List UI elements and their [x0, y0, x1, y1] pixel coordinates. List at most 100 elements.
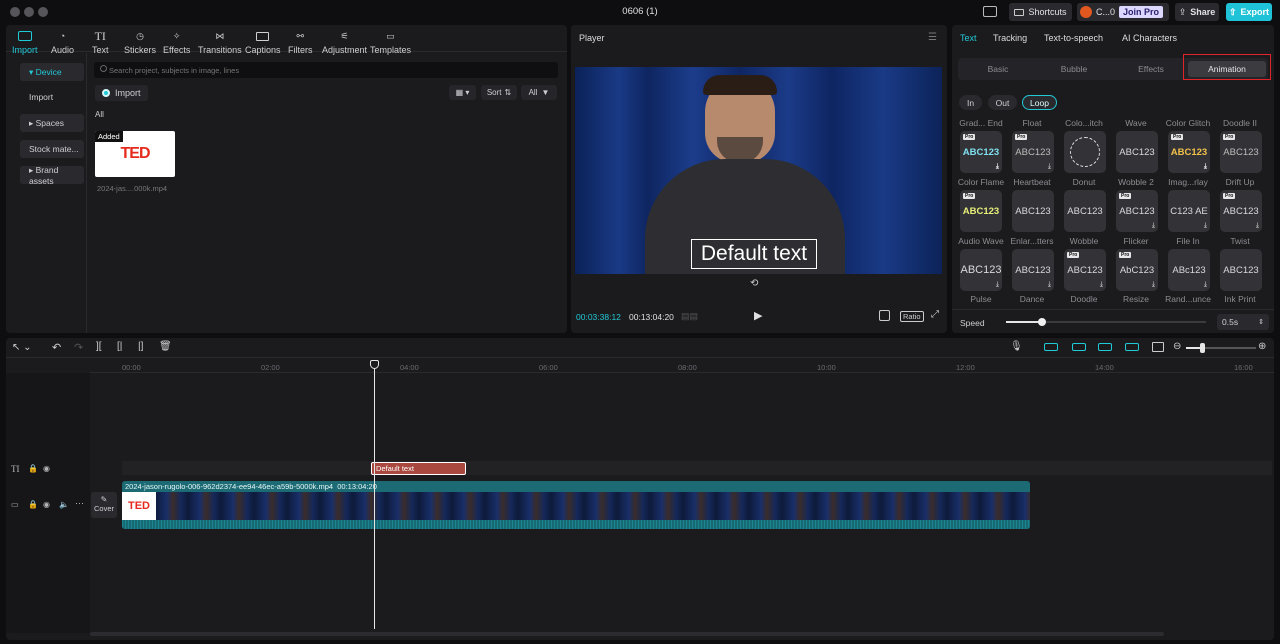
sidebar-item-brand-assets[interactable]: ▸ Brand assets	[20, 165, 84, 186]
audio-mute-icon[interactable]: 🔈	[59, 500, 69, 509]
pill-out[interactable]: Out	[988, 95, 1017, 110]
expand-icon[interactable]: ⤢	[931, 309, 939, 320]
tab-stickers[interactable]: ◷ Stickers	[124, 29, 156, 56]
anim-card[interactable]: Pro ABC123	[960, 190, 1002, 232]
search-input[interactable]	[109, 64, 549, 76]
lock-icon[interactable]: 🔒	[28, 464, 38, 473]
zoom-out-icon[interactable]: ⊖	[1173, 341, 1181, 352]
rotate-icon[interactable]: ⟲	[750, 278, 758, 289]
close-window-button[interactable]	[10, 7, 20, 17]
split-icon[interactable]: ][	[96, 341, 102, 352]
join-pro-button[interactable]: Join Pro	[1119, 6, 1164, 18]
tab-tracking[interactable]: Tracking	[993, 33, 1027, 43]
delete-icon[interactable]: 🗑	[159, 341, 172, 352]
anim-card[interactable]: Pro ABC123 ⤓	[1220, 190, 1262, 232]
tab-text-to-speech[interactable]: Text-to-speech	[1044, 33, 1103, 43]
stepper-arrows-icon[interactable]: ⇕	[1258, 318, 1264, 326]
user-account[interactable]: C...0 Join Pro	[1077, 3, 1169, 21]
view-mode-button[interactable]: ▦ ▾	[449, 85, 476, 100]
tab-import[interactable]: Import	[12, 29, 38, 55]
filter-all-button[interactable]: All ▼	[521, 85, 557, 100]
text-clip[interactable]: Default text	[371, 462, 466, 475]
split-right-icon[interactable]: |]	[138, 341, 143, 352]
zoom-window-button[interactable]	[38, 7, 48, 17]
thumbnail-toggle-icon[interactable]	[1152, 342, 1164, 352]
video-clip[interactable]: 2024-jason-rugolo-006-962d2374-ee94-46ec…	[122, 481, 1030, 529]
sidebar-item-device[interactable]: ▾ Device	[20, 63, 84, 81]
timeline-mode-icon[interactable]: ▤▤	[681, 311, 698, 322]
subtab-effects[interactable]: Effects	[1114, 61, 1188, 77]
subtab-bubble[interactable]: Bubble	[1037, 61, 1111, 77]
layout-icon[interactable]	[983, 6, 997, 17]
split-left-icon[interactable]: [|	[117, 341, 122, 352]
redo-icon[interactable]: ↷	[74, 341, 83, 354]
cover-button[interactable]: ✎ Cover	[91, 492, 117, 518]
playhead-handle[interactable]	[370, 360, 379, 369]
text-overlay[interactable]: Default text	[691, 239, 817, 269]
tab-adjustment[interactable]: ⚟ Adjustment	[322, 29, 367, 56]
zoom-slider[interactable]	[1186, 343, 1256, 353]
speed-slider-handle[interactable]	[1038, 318, 1046, 326]
tab-templates[interactable]: ▭ Templates	[370, 29, 411, 56]
sidebar-item-stock[interactable]: Stock mate...	[20, 140, 84, 158]
tab-captions[interactable]: Captions	[245, 29, 281, 55]
anim-card[interactable]: C123 AE ⤓	[1168, 190, 1210, 232]
select-tool-icon[interactable]: ↖ ⌄	[12, 342, 32, 353]
zoom-in-icon[interactable]: ⊕	[1258, 341, 1266, 352]
tab-transitions[interactable]: ⋈ Transitions	[198, 29, 242, 56]
eye-icon[interactable]: ◉	[43, 500, 50, 509]
auto-snap-icon[interactable]	[1072, 343, 1086, 351]
anim-card[interactable]: ABC123	[1116, 131, 1158, 173]
sort-button[interactable]: Sort ⇅	[481, 85, 517, 100]
shortcuts-button[interactable]: Shortcuts	[1009, 3, 1072, 21]
anim-card[interactable]: ABC123 ⤓	[960, 249, 1002, 291]
tab-filters[interactable]: ⚯ Filters	[288, 29, 313, 56]
ratio-button[interactable]: Ratio	[900, 311, 924, 322]
anim-card[interactable]: ABC123	[1220, 249, 1262, 291]
sidebar-item-import[interactable]: Import	[20, 88, 84, 106]
pill-loop[interactable]: Loop	[1022, 95, 1057, 110]
speed-stepper[interactable]: 0.5s ⇕	[1217, 314, 1269, 330]
tab-effects[interactable]: ✧ Effects	[163, 29, 190, 56]
anim-card[interactable]: Pro ABC123 ⤓	[960, 131, 1002, 173]
player-menu-icon[interactable]: ☰	[928, 32, 937, 43]
anim-card[interactable]: ABc123 ⤓	[1168, 249, 1210, 291]
preview-axis-icon[interactable]	[1125, 343, 1139, 351]
fullscreen-preview-icon[interactable]	[879, 310, 890, 321]
import-button[interactable]: Import	[95, 85, 148, 101]
play-button[interactable]: ▶	[754, 309, 762, 322]
search-bar[interactable]	[94, 62, 558, 78]
tab-text-props[interactable]: Text	[960, 33, 977, 43]
timeline-scrollbar[interactable]	[90, 632, 1164, 636]
speed-slider[interactable]	[1006, 318, 1206, 326]
subtab-basic[interactable]: Basic	[961, 61, 1035, 77]
anim-card[interactable]: Pro ABC123 ⤓	[1064, 249, 1106, 291]
anim-card[interactable]	[1064, 131, 1106, 173]
anim-card[interactable]: ABC123	[1064, 190, 1106, 232]
share-button[interactable]: ⇪ Share	[1175, 3, 1219, 21]
anim-card[interactable]: Pro ABC123	[1220, 131, 1262, 173]
playhead[interactable]	[374, 361, 375, 629]
minimize-window-button[interactable]	[24, 7, 34, 17]
anim-card[interactable]: ABC123	[1012, 190, 1054, 232]
microphone-icon[interactable]: 🎙	[1010, 341, 1023, 352]
undo-icon[interactable]: ↶	[52, 341, 61, 354]
tab-ai-characters[interactable]: AI Characters	[1122, 33, 1177, 43]
anim-card[interactable]: ABC123 ⤓	[1012, 249, 1054, 291]
tab-text[interactable]: TI Text	[92, 29, 109, 56]
linkage-icon[interactable]	[1098, 343, 1112, 351]
lock-icon[interactable]: 🔒	[28, 500, 38, 509]
tab-audio[interactable]: ◔ Audio	[51, 29, 74, 55]
pill-in[interactable]: In	[959, 95, 982, 110]
zoom-slider-handle[interactable]	[1200, 343, 1205, 353]
anim-card[interactable]: Pro ABC123 ⤓	[1116, 190, 1158, 232]
more-icon[interactable]: ⋯	[75, 498, 84, 509]
anim-card[interactable]: Pro ABC123 ⤓	[1168, 131, 1210, 173]
video-preview[interactable]: Default text	[575, 67, 942, 274]
anim-card[interactable]: Pro ABC123 ⤓	[1012, 131, 1054, 173]
media-thumbnail[interactable]: Added TED	[95, 131, 175, 177]
sidebar-item-spaces[interactable]: ▸ Spaces	[20, 114, 84, 132]
eye-icon[interactable]: ◉	[43, 464, 50, 473]
export-button[interactable]: ⇧ Export	[1226, 3, 1272, 21]
main-track-magnet-icon[interactable]	[1044, 343, 1058, 351]
